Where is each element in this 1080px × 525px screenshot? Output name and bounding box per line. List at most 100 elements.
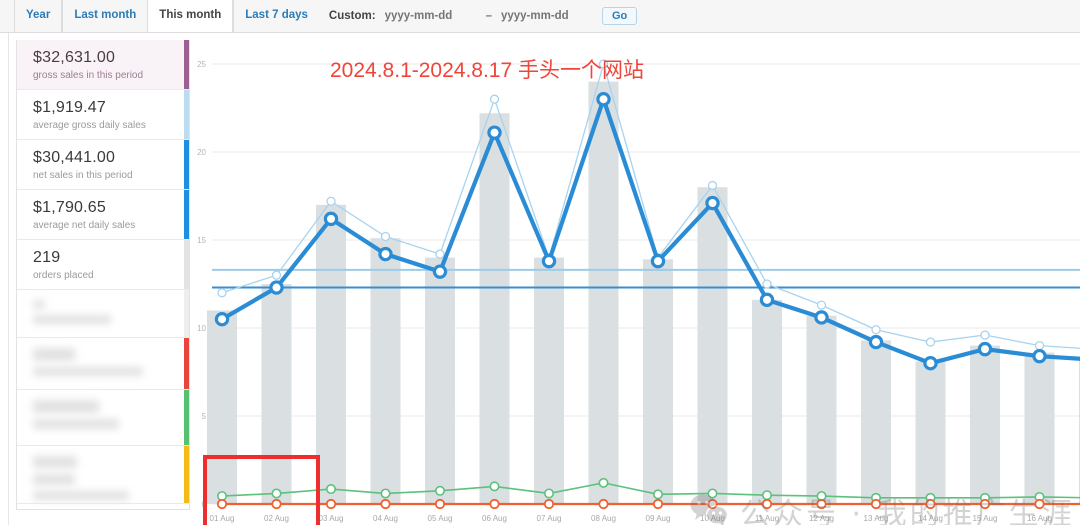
stat-orders-placed[interactable]: 219 orders placed [17, 240, 189, 290]
stat-average-net-daily-sales[interactable]: $1,790.65 average net daily sales [17, 190, 189, 240]
chart-marker [217, 288, 227, 298]
chart-marker [598, 477, 609, 488]
stat-row-obscured[interactable] [17, 390, 189, 446]
chart-bar [806, 315, 837, 504]
x-axis-tick-label: 10 Aug [700, 514, 725, 523]
chart-marker [1034, 340, 1045, 351]
chart-marker [816, 300, 827, 310]
chart-marker [705, 195, 720, 211]
chart-marker [870, 498, 882, 510]
y-axis-tick-label: 10 [197, 324, 206, 333]
x-axis-tick-label: 13 Aug [864, 514, 889, 523]
summary-stats-sidebar: $32,631.00 gross sales in this period $1… [16, 40, 190, 510]
chart-marker [271, 488, 282, 499]
chart-bar [915, 361, 946, 504]
dashboard-screenshot: Year Last month This month Last 7 days C… [0, 0, 1080, 525]
chart-marker [271, 270, 282, 280]
chart-marker [541, 253, 557, 269]
chart-marker [707, 498, 718, 510]
chart-marker [761, 498, 773, 510]
chart-marker [432, 264, 448, 279]
chart-marker [326, 196, 336, 206]
stat-net-sales[interactable]: $30,441.00 net sales in this period [17, 140, 189, 190]
y-axis-tick-label: 15 [197, 236, 206, 245]
date-to-input[interactable] [500, 9, 593, 22]
chart-marker [707, 488, 718, 499]
stat-value: $1,919.47 [33, 99, 106, 116]
chart-marker [707, 180, 718, 191]
x-axis-tick-label: 15 Aug [973, 514, 998, 523]
stat-label: net sales in this period [33, 170, 133, 181]
stat-row-obscured[interactable] [17, 446, 189, 504]
chart-marker [979, 498, 991, 510]
stat-accent-bar [184, 290, 189, 337]
chart-marker [650, 253, 666, 269]
chart-marker [489, 94, 500, 104]
stat-accent-bar [184, 40, 189, 89]
chart-marker [816, 498, 827, 510]
go-button[interactable]: Go [601, 6, 638, 25]
stat-accent-bar [184, 338, 189, 389]
stat-accent-bar [184, 90, 189, 139]
tab-this-month[interactable]: This month [147, 0, 234, 32]
x-axis-tick-label: 01 Aug [210, 514, 235, 523]
x-axis-tick-label: 05 Aug [428, 514, 453, 523]
stat-row-obscured[interactable] [17, 338, 189, 390]
date-from-input[interactable] [384, 9, 477, 22]
stat-value: $30,441.00 [33, 149, 116, 166]
chart-canvas: 0 5 10 15 20 25 01 Aug 02 Aug 03 Aug 04 Aug 05 Aug… [197, 59, 1080, 523]
chart-marker [977, 341, 993, 357]
sales-chart[interactable]: 0 5 10 15 20 25 01 Aug 02 Aug 03 Aug 04 Aug 05 Aug… [190, 34, 1080, 525]
stat-label: gross sales in this period [33, 70, 144, 81]
chart-marker [435, 249, 445, 259]
tab-last-7-days[interactable]: Last 7 days [233, 0, 319, 32]
chart-marker [543, 498, 555, 510]
y-axis-tick-label: 5 [202, 412, 207, 421]
y-axis-tick-label: 0 [202, 500, 207, 509]
chart-bar [643, 259, 673, 504]
chart-marker [380, 231, 391, 242]
chart-bar [861, 340, 891, 504]
chart-marker [652, 498, 664, 510]
x-axis-tick-label: 14 Aug [918, 514, 943, 523]
tab-last-month[interactable]: Last month [62, 0, 148, 32]
custom-range-group: Custom: – Go [319, 0, 647, 32]
date-range-dash: – [485, 9, 492, 22]
chart-marker [598, 498, 609, 510]
stat-label: average net daily sales [33, 220, 136, 231]
x-axis-tick-label: 08 Aug [591, 514, 616, 523]
chart-marker [271, 498, 282, 510]
chart-marker [323, 211, 339, 227]
stat-average-gross-daily-sales[interactable]: $1,919.47 average gross daily sales [17, 90, 189, 140]
chart-bar [207, 310, 237, 504]
stat-value: $1,790.65 [33, 199, 106, 216]
stat-label: average gross daily sales [33, 120, 146, 131]
chart-bar [588, 81, 619, 504]
chart-marker [762, 279, 772, 289]
x-axis-tick-label: 06 Aug [482, 514, 507, 523]
stat-label: orders placed [33, 270, 94, 281]
stat-value: 219 [33, 249, 61, 266]
chart-marker [489, 498, 500, 510]
x-axis-tick-label: 02 Aug [264, 514, 289, 523]
chart-bar [316, 204, 346, 505]
stat-accent-bar [184, 190, 189, 239]
x-axis-tick-label: 12 Aug [809, 514, 834, 523]
stat-row-obscured[interactable] [17, 290, 189, 338]
chart-marker [326, 484, 337, 495]
chart-marker [380, 498, 391, 510]
chart-marker [487, 125, 502, 140]
chart-marker [980, 330, 990, 340]
chart-marker [378, 246, 393, 262]
y-axis-tick-label: 25 [197, 60, 206, 69]
tab-year[interactable]: Year [14, 0, 63, 32]
stat-gross-sales[interactable]: $32,631.00 gross sales in this period [17, 40, 189, 90]
chart-marker [923, 356, 938, 371]
chart-bar [261, 284, 292, 504]
chart-marker [1032, 348, 1047, 364]
custom-range-label: Custom: [328, 9, 376, 22]
page-edge-divider [8, 33, 9, 525]
date-range-tabbar: Year Last month This month Last 7 days C… [0, 0, 1080, 33]
chart-bar [970, 345, 1000, 504]
chart-marker [380, 488, 391, 499]
